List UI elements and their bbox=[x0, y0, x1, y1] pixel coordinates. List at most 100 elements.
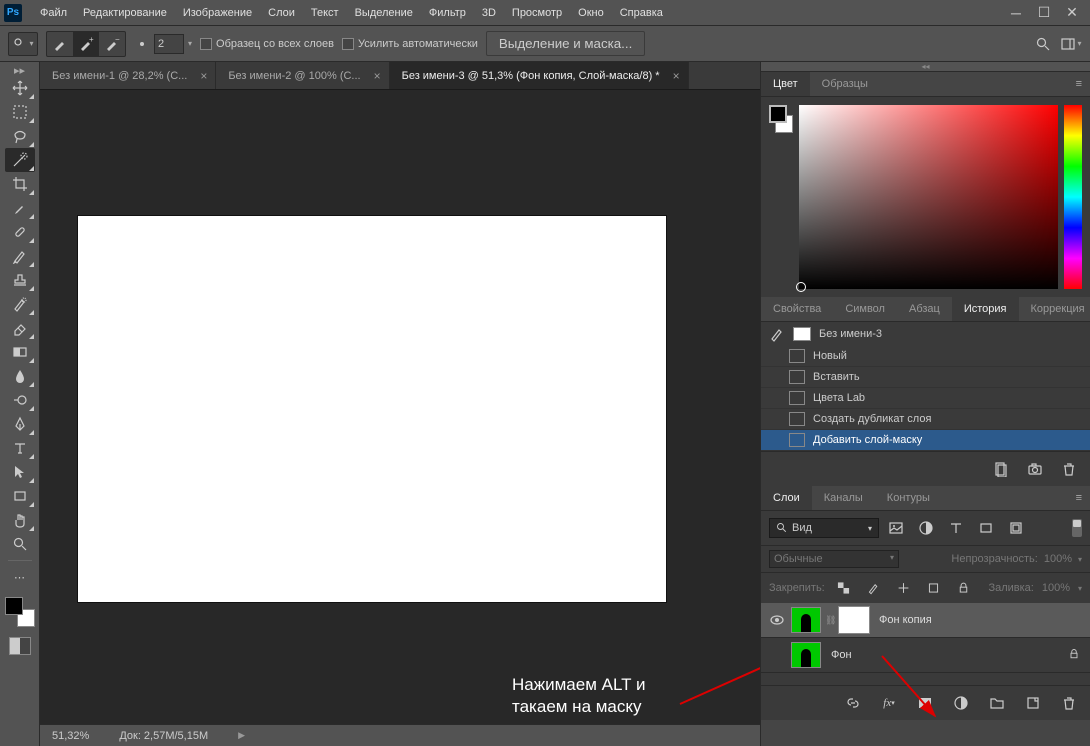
document-tab[interactable]: Без имени-3 @ 51,3% (Фон копия, Слой-мас… bbox=[390, 62, 689, 89]
dodge-tool[interactable] bbox=[5, 388, 35, 412]
menu-3d[interactable]: 3D bbox=[474, 3, 504, 23]
document-tab[interactable]: Без имени-2 @ 100% (С...× bbox=[216, 62, 389, 89]
menu-файл[interactable]: Файл bbox=[32, 3, 75, 23]
panel-menu-button[interactable]: ≡ bbox=[1068, 74, 1090, 94]
lock-all-button[interactable] bbox=[953, 577, 975, 599]
marquee-tool[interactable] bbox=[5, 100, 35, 124]
zoom-tool[interactable] bbox=[5, 532, 35, 556]
layer-filter-type-select[interactable]: Вид ▾ bbox=[769, 518, 879, 538]
filter-smart-button[interactable] bbox=[1005, 517, 1027, 539]
foreground-color-swatch[interactable] bbox=[5, 597, 23, 615]
panel-tab-история[interactable]: История bbox=[952, 297, 1019, 321]
lasso-tool[interactable] bbox=[5, 124, 35, 148]
quick-selection-tool[interactable] bbox=[5, 148, 35, 172]
sample-all-layers-checkbox[interactable]: Образец со всех слоев bbox=[200, 38, 334, 50]
filter-shape-button[interactable] bbox=[975, 517, 997, 539]
clone-stamp-tool[interactable] bbox=[5, 268, 35, 292]
canvas-area[interactable]: Нажимаем ALT и такаем на маску bbox=[40, 90, 760, 724]
panel-tab-слои[interactable]: Слои bbox=[761, 486, 812, 510]
lock-image-button[interactable] bbox=[863, 577, 885, 599]
move-tool[interactable] bbox=[5, 76, 35, 100]
panel-tab-свойства[interactable]: Свойства bbox=[761, 297, 833, 321]
edit-toolbar-button[interactable]: ⋯ bbox=[5, 565, 35, 589]
color-swatches[interactable] bbox=[5, 597, 35, 627]
menu-справка[interactable]: Справка bbox=[612, 3, 671, 23]
healing-brush-tool[interactable] bbox=[5, 220, 35, 244]
new-layer-button[interactable] bbox=[1022, 692, 1044, 714]
add-mask-button[interactable] bbox=[914, 692, 936, 714]
layer-style-button[interactable]: fx▾ bbox=[878, 692, 900, 714]
color-field[interactable] bbox=[799, 105, 1058, 289]
delete-state-button[interactable] bbox=[1058, 458, 1080, 480]
filter-type-button[interactable] bbox=[945, 517, 967, 539]
lock-position-button[interactable] bbox=[893, 577, 915, 599]
panel-tab-абзац[interactable]: Абзац bbox=[897, 297, 952, 321]
auto-enhance-checkbox[interactable]: Усилить автоматически bbox=[342, 38, 478, 50]
menu-фильтр[interactable]: Фильтр bbox=[421, 3, 474, 23]
panel-tab-символ[interactable]: Символ bbox=[833, 297, 897, 321]
minimize-button[interactable]: ─ bbox=[1002, 3, 1030, 23]
layer-name[interactable]: Фон bbox=[831, 649, 852, 661]
menu-слои[interactable]: Слои bbox=[260, 3, 303, 23]
layer-visibility-toggle[interactable] bbox=[767, 610, 787, 630]
quick-mask-toggle[interactable] bbox=[9, 637, 31, 655]
brush-tool[interactable] bbox=[5, 244, 35, 268]
history-document-row[interactable]: Без имени-3 bbox=[761, 322, 1090, 346]
layer-visibility-toggle[interactable] bbox=[767, 645, 787, 665]
filter-adjustment-button[interactable] bbox=[915, 517, 937, 539]
layer-name[interactable]: Фон копия bbox=[879, 614, 932, 626]
hand-tool[interactable] bbox=[5, 508, 35, 532]
brush-size-field[interactable]: ▾ bbox=[134, 34, 192, 54]
layer-mask-link-icon[interactable]: ⛓ bbox=[825, 615, 835, 626]
new-selection-button[interactable] bbox=[47, 32, 73, 56]
canvas[interactable] bbox=[78, 216, 666, 602]
link-layers-button[interactable] bbox=[842, 692, 864, 714]
blend-mode-select[interactable]: Обычные ▾ bbox=[769, 550, 899, 568]
layer-mask-thumbnail[interactable] bbox=[839, 607, 869, 633]
history-item[interactable]: Вставить bbox=[761, 367, 1090, 388]
path-selection-tool[interactable] bbox=[5, 460, 35, 484]
toolbar-collapse-button[interactable]: ▸▸ bbox=[0, 64, 39, 76]
panel-tab-цвет[interactable]: Цвет bbox=[761, 72, 810, 96]
new-adjustment-button[interactable] bbox=[950, 692, 972, 714]
panel-tab-контуры[interactable]: Контуры bbox=[875, 486, 942, 510]
doc-size[interactable]: Док: 2,57M/5,15M bbox=[119, 730, 208, 742]
layer-lock-icon[interactable] bbox=[1068, 646, 1084, 665]
foreground-color-chip[interactable] bbox=[769, 105, 787, 123]
menu-редактирование[interactable]: Редактирование bbox=[75, 3, 175, 23]
crop-tool[interactable] bbox=[5, 172, 35, 196]
document-tab[interactable]: Без имени-1 @ 28,2% (С...× bbox=[40, 62, 216, 89]
maximize-button[interactable]: ☐ bbox=[1030, 3, 1058, 23]
hue-slider[interactable] bbox=[1064, 105, 1082, 289]
color-fg-bg-swatch[interactable] bbox=[769, 105, 793, 133]
panel-collapse-button[interactable]: ◂◂ bbox=[761, 62, 1090, 72]
menu-выделение[interactable]: Выделение bbox=[347, 3, 421, 23]
tab-close-button[interactable]: × bbox=[673, 69, 680, 83]
gradient-tool[interactable] bbox=[5, 340, 35, 364]
create-snapshot-button[interactable] bbox=[1024, 458, 1046, 480]
close-button[interactable]: ✕ bbox=[1058, 3, 1086, 23]
eyedropper-tool[interactable] bbox=[5, 196, 35, 220]
panel-menu-button[interactable]: ≡ bbox=[1068, 488, 1090, 508]
delete-layer-button[interactable] bbox=[1058, 692, 1080, 714]
layer-item[interactable]: ⛓ Фон копия bbox=[761, 603, 1090, 638]
filter-pixel-button[interactable] bbox=[885, 517, 907, 539]
type-tool[interactable] bbox=[5, 436, 35, 460]
fill-value[interactable]: 100% bbox=[1042, 582, 1070, 594]
tab-close-button[interactable]: × bbox=[200, 69, 207, 83]
tool-preset-picker[interactable]: ▾ bbox=[8, 32, 38, 56]
history-brush-tool[interactable] bbox=[5, 292, 35, 316]
lock-artboard-button[interactable] bbox=[923, 577, 945, 599]
layer-thumbnail[interactable] bbox=[791, 607, 821, 633]
workspace-button[interactable]: ▾ bbox=[1060, 33, 1082, 55]
lock-transparent-button[interactable] bbox=[833, 577, 855, 599]
menu-окно[interactable]: Окно bbox=[570, 3, 612, 23]
menu-изображение[interactable]: Изображение bbox=[175, 3, 260, 23]
layer-filter-toggle[interactable] bbox=[1072, 519, 1082, 537]
layer-item[interactable]: Фон bbox=[761, 638, 1090, 673]
blur-tool[interactable] bbox=[5, 364, 35, 388]
add-selection-button[interactable]: + bbox=[73, 32, 99, 56]
history-item[interactable]: Новый bbox=[761, 346, 1090, 367]
subtract-selection-button[interactable]: − bbox=[99, 32, 125, 56]
history-item[interactable]: Создать дубликат слоя bbox=[761, 409, 1090, 430]
